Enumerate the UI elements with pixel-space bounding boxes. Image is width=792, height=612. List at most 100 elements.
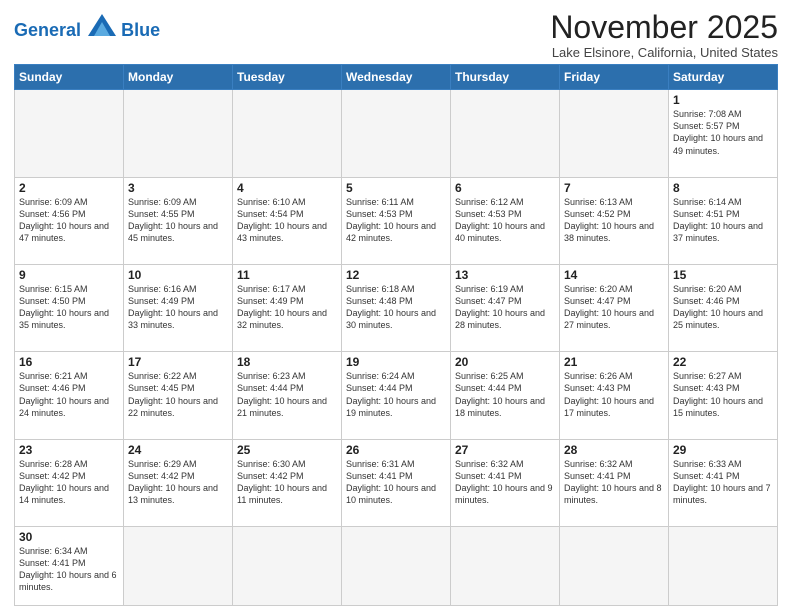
table-row: 30Sunrise: 6:34 AM Sunset: 4:41 PM Dayli… [15, 526, 124, 605]
table-row: 21Sunrise: 6:26 AM Sunset: 4:43 PM Dayli… [560, 352, 669, 439]
day-number: 16 [19, 355, 119, 369]
table-row [342, 90, 451, 177]
logo-blue: Blue [121, 20, 160, 40]
day-number: 15 [673, 268, 773, 282]
day-info: Sunrise: 6:26 AM Sunset: 4:43 PM Dayligh… [564, 370, 664, 419]
table-row [560, 526, 669, 605]
day-info: Sunrise: 6:30 AM Sunset: 4:42 PM Dayligh… [237, 458, 337, 507]
table-row: 5Sunrise: 6:11 AM Sunset: 4:53 PM Daylig… [342, 177, 451, 264]
day-number: 18 [237, 355, 337, 369]
day-number: 13 [455, 268, 555, 282]
month-title: November 2025 [550, 10, 778, 45]
day-number: 3 [128, 181, 228, 195]
day-number: 6 [455, 181, 555, 195]
day-info: Sunrise: 6:11 AM Sunset: 4:53 PM Dayligh… [346, 196, 446, 245]
calendar: Sunday Monday Tuesday Wednesday Thursday… [14, 64, 778, 606]
table-row: 6Sunrise: 6:12 AM Sunset: 4:53 PM Daylig… [451, 177, 560, 264]
day-info: Sunrise: 6:20 AM Sunset: 4:46 PM Dayligh… [673, 283, 773, 332]
col-saturday: Saturday [669, 65, 778, 90]
day-info: Sunrise: 6:32 AM Sunset: 4:41 PM Dayligh… [564, 458, 664, 507]
day-info: Sunrise: 6:34 AM Sunset: 4:41 PM Dayligh… [19, 545, 119, 594]
day-info: Sunrise: 6:21 AM Sunset: 4:46 PM Dayligh… [19, 370, 119, 419]
day-info: Sunrise: 6:24 AM Sunset: 4:44 PM Dayligh… [346, 370, 446, 419]
day-info: Sunrise: 6:09 AM Sunset: 4:55 PM Dayligh… [128, 196, 228, 245]
table-row: 23Sunrise: 6:28 AM Sunset: 4:42 PM Dayli… [15, 439, 124, 526]
logo-general: General [14, 20, 81, 40]
day-info: Sunrise: 6:18 AM Sunset: 4:48 PM Dayligh… [346, 283, 446, 332]
table-row: 10Sunrise: 6:16 AM Sunset: 4:49 PM Dayli… [124, 264, 233, 351]
title-block: November 2025 Lake Elsinore, California,… [550, 10, 778, 60]
day-number: 21 [564, 355, 664, 369]
table-row: 1Sunrise: 7:08 AM Sunset: 5:57 PM Daylig… [669, 90, 778, 177]
calendar-header-row: Sunday Monday Tuesday Wednesday Thursday… [15, 65, 778, 90]
day-info: Sunrise: 6:17 AM Sunset: 4:49 PM Dayligh… [237, 283, 337, 332]
col-sunday: Sunday [15, 65, 124, 90]
table-row: 18Sunrise: 6:23 AM Sunset: 4:44 PM Dayli… [233, 352, 342, 439]
table-row: 28Sunrise: 6:32 AM Sunset: 4:41 PM Dayli… [560, 439, 669, 526]
table-row: 24Sunrise: 6:29 AM Sunset: 4:42 PM Dayli… [124, 439, 233, 526]
day-number: 20 [455, 355, 555, 369]
day-number: 8 [673, 181, 773, 195]
table-row: 22Sunrise: 6:27 AM Sunset: 4:43 PM Dayli… [669, 352, 778, 439]
day-number: 1 [673, 93, 773, 107]
day-info: Sunrise: 6:15 AM Sunset: 4:50 PM Dayligh… [19, 283, 119, 332]
day-info: Sunrise: 6:19 AM Sunset: 4:47 PM Dayligh… [455, 283, 555, 332]
day-info: Sunrise: 6:33 AM Sunset: 4:41 PM Dayligh… [673, 458, 773, 507]
day-info: Sunrise: 6:10 AM Sunset: 4:54 PM Dayligh… [237, 196, 337, 245]
day-number: 28 [564, 443, 664, 457]
day-info: Sunrise: 6:12 AM Sunset: 4:53 PM Dayligh… [455, 196, 555, 245]
day-info: Sunrise: 6:31 AM Sunset: 4:41 PM Dayligh… [346, 458, 446, 507]
location: Lake Elsinore, California, United States [550, 45, 778, 60]
table-row: 4Sunrise: 6:10 AM Sunset: 4:54 PM Daylig… [233, 177, 342, 264]
table-row: 27Sunrise: 6:32 AM Sunset: 4:41 PM Dayli… [451, 439, 560, 526]
table-row [15, 90, 124, 177]
day-info: Sunrise: 6:28 AM Sunset: 4:42 PM Dayligh… [19, 458, 119, 507]
table-row: 14Sunrise: 6:20 AM Sunset: 4:47 PM Dayli… [560, 264, 669, 351]
table-row [451, 90, 560, 177]
day-number: 26 [346, 443, 446, 457]
day-number: 14 [564, 268, 664, 282]
table-row: 9Sunrise: 6:15 AM Sunset: 4:50 PM Daylig… [15, 264, 124, 351]
day-info: Sunrise: 6:29 AM Sunset: 4:42 PM Dayligh… [128, 458, 228, 507]
table-row: 13Sunrise: 6:19 AM Sunset: 4:47 PM Dayli… [451, 264, 560, 351]
table-row: 8Sunrise: 6:14 AM Sunset: 4:51 PM Daylig… [669, 177, 778, 264]
table-row: 11Sunrise: 6:17 AM Sunset: 4:49 PM Dayli… [233, 264, 342, 351]
table-row [124, 526, 233, 605]
table-row: 29Sunrise: 6:33 AM Sunset: 4:41 PM Dayli… [669, 439, 778, 526]
day-number: 19 [346, 355, 446, 369]
day-number: 29 [673, 443, 773, 457]
table-row [342, 526, 451, 605]
day-number: 23 [19, 443, 119, 457]
col-monday: Monday [124, 65, 233, 90]
day-number: 4 [237, 181, 337, 195]
table-row [560, 90, 669, 177]
day-number: 11 [237, 268, 337, 282]
day-info: Sunrise: 6:14 AM Sunset: 4:51 PM Dayligh… [673, 196, 773, 245]
day-number: 22 [673, 355, 773, 369]
table-row [233, 90, 342, 177]
table-row [233, 526, 342, 605]
day-number: 10 [128, 268, 228, 282]
table-row: 2Sunrise: 6:09 AM Sunset: 4:56 PM Daylig… [15, 177, 124, 264]
table-row: 12Sunrise: 6:18 AM Sunset: 4:48 PM Dayli… [342, 264, 451, 351]
day-info: Sunrise: 6:25 AM Sunset: 4:44 PM Dayligh… [455, 370, 555, 419]
day-info: Sunrise: 6:16 AM Sunset: 4:49 PM Dayligh… [128, 283, 228, 332]
table-row: 26Sunrise: 6:31 AM Sunset: 4:41 PM Dayli… [342, 439, 451, 526]
logo-icon [88, 14, 116, 36]
col-wednesday: Wednesday [342, 65, 451, 90]
day-number: 27 [455, 443, 555, 457]
table-row: 15Sunrise: 6:20 AM Sunset: 4:46 PM Dayli… [669, 264, 778, 351]
logo-text: General Blue [14, 14, 160, 39]
day-info: Sunrise: 6:09 AM Sunset: 4:56 PM Dayligh… [19, 196, 119, 245]
logo: General Blue [14, 14, 160, 39]
day-info: Sunrise: 6:22 AM Sunset: 4:45 PM Dayligh… [128, 370, 228, 419]
day-info: Sunrise: 7:08 AM Sunset: 5:57 PM Dayligh… [673, 108, 773, 157]
day-number: 2 [19, 181, 119, 195]
day-number: 7 [564, 181, 664, 195]
day-number: 17 [128, 355, 228, 369]
table-row: 7Sunrise: 6:13 AM Sunset: 4:52 PM Daylig… [560, 177, 669, 264]
table-row: 19Sunrise: 6:24 AM Sunset: 4:44 PM Dayli… [342, 352, 451, 439]
table-row: 25Sunrise: 6:30 AM Sunset: 4:42 PM Dayli… [233, 439, 342, 526]
table-row: 16Sunrise: 6:21 AM Sunset: 4:46 PM Dayli… [15, 352, 124, 439]
page: General Blue November 2025 Lake Elsinore… [0, 0, 792, 612]
